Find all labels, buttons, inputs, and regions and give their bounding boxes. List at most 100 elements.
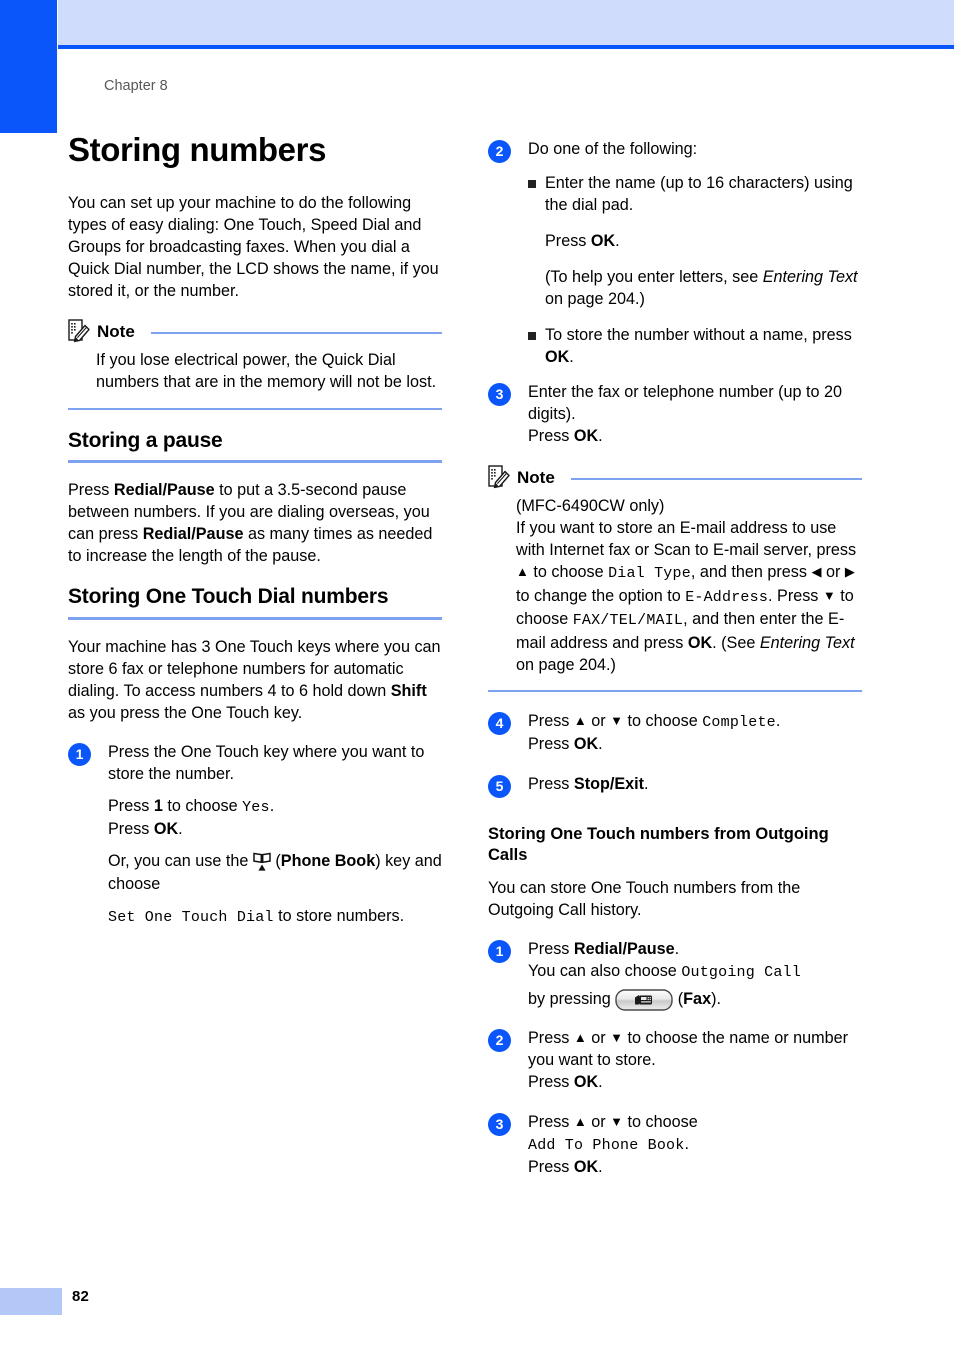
- sub-line: To store the number without a name, pres…: [545, 324, 862, 368]
- sub-line: (To help you enter letters, see Entering…: [545, 266, 862, 310]
- step-bold: OK: [573, 427, 599, 446]
- note-text-seg: , and then press: [690, 563, 812, 582]
- fax-key-icon[interactable]: [615, 989, 673, 1011]
- lcd-text: Set One Touch Dial: [108, 908, 274, 926]
- step-text: to choose: [623, 711, 703, 730]
- cross-reference[interactable]: Entering Text: [760, 634, 855, 652]
- note-text: If you want to store an E-mail address t…: [516, 517, 862, 675]
- heading-storing-one-touch-dial-numbers: Storing One Touch Dial numbers: [68, 585, 389, 609]
- step-line: Press OK.: [108, 818, 442, 840]
- note-label: Note: [517, 467, 555, 487]
- lcd-text: Complete: [702, 713, 776, 731]
- page-number: 82: [72, 1288, 90, 1305]
- note-footer-rule: [68, 407, 442, 410]
- step-text: to choose: [623, 1112, 698, 1131]
- step-item: 2 Do one of the following: Enter the nam…: [488, 138, 862, 368]
- note-text-seg: . Press: [768, 586, 823, 605]
- sub-bold: OK: [545, 348, 570, 367]
- sub-bold: OK: [590, 232, 616, 251]
- note-footer-rule: [488, 689, 862, 692]
- sub-text: Press: [545, 232, 591, 251]
- step-item: 1 Press Redial/Pause. You can also choos…: [488, 938, 862, 1011]
- note-header: Note: [68, 319, 442, 343]
- step-text: or: [586, 1028, 611, 1047]
- pause-text-1: Press: [68, 481, 114, 500]
- note-label: Note: [97, 321, 135, 341]
- onetouch-text-1: Your machine has 3 One Touch keys where …: [68, 637, 441, 700]
- step-text: You can also choose: [528, 962, 682, 981]
- step-content: Press ▲ or ▼ to choose the name or numbe…: [528, 1027, 862, 1093]
- onetouch-paragraph: Your machine has 3 One Touch keys where …: [68, 636, 442, 724]
- step-item: 2 Press ▲ or ▼ to choose the name or num…: [488, 1027, 862, 1093]
- note-header-rule: [150, 331, 442, 334]
- step-bold: 1: [153, 797, 163, 816]
- step-text: .: [598, 1158, 603, 1177]
- sub-text: (To help you enter letters, see: [545, 268, 763, 287]
- step-content: Press ▲ or ▼ to choose Add To Phone Book…: [528, 1111, 862, 1178]
- step-text: or: [586, 1112, 611, 1131]
- step-bold: Redial/Pause: [573, 940, 675, 959]
- step-text: (: [673, 989, 684, 1008]
- step-bold: OK: [573, 1158, 599, 1177]
- step-text: Press: [528, 1028, 574, 1047]
- step-text: or: [586, 711, 611, 730]
- arrow-left-icon: ◀: [811, 564, 822, 580]
- arrow-up-icon: ▲: [573, 1029, 587, 1045]
- left-column: Storing numbers You can set up your mach…: [68, 131, 442, 944]
- note-text: If you lose electrical power, the Quick …: [96, 351, 437, 392]
- square-bullet-icon: [528, 332, 536, 341]
- note-model-line: (MFC-6490CW only): [516, 497, 665, 516]
- cross-reference[interactable]: Entering Text: [763, 268, 858, 286]
- step-text: Press: [528, 427, 574, 446]
- lcd-text: Add To Phone Book: [528, 1136, 685, 1154]
- note-bold: OK: [687, 633, 713, 652]
- lcd-text: E-Address: [685, 588, 769, 606]
- step-text: (: [270, 852, 281, 871]
- arrow-right-icon: ▶: [844, 564, 855, 580]
- step-line: Press ▲ or ▼ to choose Complete.: [528, 710, 862, 733]
- header-rule: [58, 45, 954, 49]
- footer-tab: [0, 1288, 62, 1315]
- arrow-down-icon: ▼: [822, 587, 836, 603]
- right-column: 2 Do one of the following: Enter the nam…: [488, 138, 862, 1178]
- step-item: 1 Press the One Touch key where you want…: [68, 741, 442, 928]
- arrow-down-icon: ▼: [610, 712, 624, 728]
- step-number-badge: 2: [488, 1028, 511, 1052]
- arrow-down-icon: ▼: [610, 1113, 624, 1129]
- note-text-seg: to choose: [528, 563, 609, 582]
- note-text-seg: or: [821, 563, 845, 582]
- note-header: Note: [488, 465, 862, 489]
- step-text: Press: [528, 735, 574, 754]
- lcd-text: Dial Type: [608, 565, 691, 583]
- lcd-text: Outgoing Call: [681, 964, 801, 982]
- step-text: Press: [528, 940, 574, 959]
- outgoing-intro: You can store One Touch numbers from the…: [488, 879, 801, 920]
- sub-bullet-content: Enter the name (up to 16 characters) usi…: [545, 172, 862, 310]
- step-text: Press: [528, 1072, 574, 1091]
- step-item: 3 Press ▲ or ▼ to choose Add To Phone Bo…: [488, 1111, 862, 1178]
- step-number-badge: 5: [488, 775, 511, 799]
- step-text: .: [598, 735, 603, 754]
- step-item: 3 Enter the fax or telephone number (up …: [488, 381, 862, 447]
- step-text: .: [674, 940, 680, 959]
- step-content: Press Stop/Exit.: [528, 773, 862, 795]
- step-bold: OK: [573, 1072, 599, 1091]
- step-line: Press OK.: [528, 1071, 862, 1093]
- step-bold: Fax: [683, 989, 712, 1008]
- step-text: Press: [528, 1158, 574, 1177]
- step-line: Or, you can use the (Phone Book) key and…: [108, 850, 442, 894]
- note-pencil-icon: [68, 319, 90, 343]
- step-line: Add To Phone Book.: [528, 1133, 862, 1156]
- step-number-badge: 1: [68, 742, 91, 766]
- step-text: .: [178, 820, 183, 839]
- step-line: Do one of the following:: [528, 140, 698, 158]
- onetouch-text-2: as you press the One Touch key.: [68, 703, 303, 722]
- arrow-up-icon: ▲: [573, 1113, 587, 1129]
- sub-bullet-item: To store the number without a name, pres…: [528, 324, 862, 368]
- sub-text: To store the number without a name, pres…: [545, 326, 852, 345]
- step-text: by pressing: [528, 989, 616, 1008]
- heading-storing-a-pause: Storing a pause: [68, 428, 223, 452]
- lcd-text: FAX/TEL/MAIL: [572, 612, 684, 630]
- step-text: Press: [528, 775, 574, 794]
- phone-book-icon: [253, 853, 271, 872]
